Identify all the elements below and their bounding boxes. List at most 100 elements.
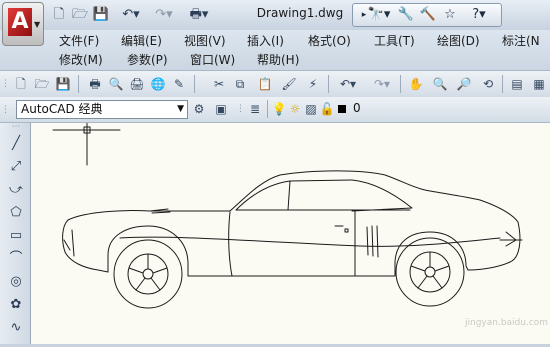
rear-bumper xyxy=(499,231,523,247)
workspace-select[interactable]: AutoCAD 经典 ▼ xyxy=(16,100,188,119)
watermark: jingyan.baidu.com xyxy=(465,318,549,328)
binoculars-icon[interactable]: 🔭▾ xyxy=(367,7,391,23)
menu-help[interactable]: 帮助(H) xyxy=(257,51,299,69)
menu-tools[interactable]: 工具(T) xyxy=(374,32,415,50)
front-nose xyxy=(62,219,109,273)
construction-line-icon[interactable]: ⤢ xyxy=(6,158,26,176)
current-layer-name[interactable]: 0 xyxy=(353,101,361,115)
separator xyxy=(400,75,401,93)
open-icon[interactable]: 🗁 xyxy=(33,75,51,93)
title-bar: 🗋 🗁 💾 ↶▾ ↷▾ 🖶▾ Drawing1.dwg ▸ 🔭▾ 🔧 🔨 ☆ ?… xyxy=(0,0,550,31)
door-front-edge xyxy=(228,211,233,277)
zoom-realtime-icon[interactable]: 🔍 xyxy=(431,75,449,93)
3d-dwf-icon[interactable]: 🌐 xyxy=(149,75,167,93)
publish-icon[interactable]: 🖨 xyxy=(128,75,146,93)
toolbar-grip[interactable]: ⋯ xyxy=(6,123,26,132)
body-top-line xyxy=(67,170,519,223)
menu-bar: 文件(F) 编辑(E) 视图(V) 插入(I) 格式(O) 工具(T) 绘图(D… xyxy=(0,30,550,70)
favorites-star-icon[interactable]: ☆ xyxy=(441,7,459,23)
block-editor-icon[interactable]: ⚡ xyxy=(304,75,322,93)
save-icon[interactable]: 💾 xyxy=(92,6,110,24)
front-hub xyxy=(142,268,154,280)
door-lock xyxy=(344,228,349,233)
revision-cloud-icon[interactable]: ✿ xyxy=(6,296,26,314)
cut-icon[interactable]: ✂ xyxy=(210,75,228,93)
communication-center-icon[interactable]: 🔧 xyxy=(397,7,415,23)
qnew-icon[interactable]: 🗋 xyxy=(12,75,30,93)
print-icon[interactable]: 🖶▾ xyxy=(184,6,214,24)
drawing-canvas[interactable] xyxy=(31,122,550,344)
menu-file[interactable]: 文件(F) xyxy=(59,32,99,50)
open-folder-icon[interactable]: 🗁 xyxy=(71,6,89,24)
separator xyxy=(194,75,195,93)
menu-view[interactable]: 视图(V) xyxy=(184,32,226,50)
etransmit-icon[interactable]: ✎ xyxy=(170,75,188,93)
rear-tire xyxy=(395,237,465,307)
standard-toolbar: ⋮ 🗋 🗁 💾 🖶 🔍 🖨 🌐 ✎ ✂ ⧉ 📋 🖌 ⚡ ↶▾ ↷▾ ✋ 🔍 🔎 … xyxy=(0,70,550,98)
front-tire xyxy=(113,239,183,309)
rectangle-icon[interactable]: ▭ xyxy=(6,227,26,245)
lower-body-line xyxy=(107,221,521,277)
windshield-line xyxy=(235,179,353,211)
chevron-down-icon: ▼ xyxy=(177,104,184,114)
autocad-logo: A xyxy=(8,8,32,36)
plot-icon[interactable]: 🖶 xyxy=(86,75,104,93)
arc-icon[interactable]: ⌒ xyxy=(6,250,26,268)
match-properties-icon[interactable]: 🖌 xyxy=(280,75,298,93)
my-workspace-icon[interactable]: ▣ xyxy=(212,100,230,118)
menu-format[interactable]: 格式(O) xyxy=(308,32,351,50)
side-vents xyxy=(366,225,379,258)
layer-color-swatch xyxy=(338,105,346,113)
layer-unlock-icon[interactable]: 🔓 xyxy=(318,100,336,118)
copy-icon[interactable]: ⧉ xyxy=(231,75,249,93)
circle-icon[interactable]: ◎ xyxy=(6,273,26,291)
rear-hub xyxy=(424,266,436,278)
redo-icon[interactable]: ↷▾ xyxy=(150,6,178,24)
menu-draw[interactable]: 绘图(D) xyxy=(437,32,480,50)
redo-icon[interactable]: ↷▾ xyxy=(368,75,396,93)
toolbar-grip[interactable]: ⋮ xyxy=(1,75,10,93)
undo-icon[interactable]: ↶▾ xyxy=(334,75,362,93)
rear-window xyxy=(351,179,413,212)
crosshair-cursor xyxy=(52,122,121,166)
menu-window[interactable]: 窗口(W) xyxy=(190,51,235,69)
menu-parametric[interactable]: 参数(P) xyxy=(127,51,168,69)
application-menu-button[interactable]: A ▼ xyxy=(2,2,44,46)
pan-realtime-icon[interactable]: ✋ xyxy=(407,75,425,93)
design-center-icon[interactable]: ▦ xyxy=(530,75,548,93)
undo-icon[interactable]: ↶▾ xyxy=(117,6,145,24)
workspace-select-value: AutoCAD 经典 xyxy=(21,102,103,116)
properties-icon[interactable]: ▤ xyxy=(508,75,526,93)
paste-icon[interactable]: 📋 xyxy=(256,75,274,93)
plot-preview-icon[interactable]: 🔍 xyxy=(107,75,125,93)
menu-modify[interactable]: 修改(M) xyxy=(59,51,103,69)
side-crease xyxy=(119,236,501,247)
line-icon[interactable]: ╱ xyxy=(6,135,26,153)
info-center: ▸ 🔭▾ 🔧 🔨 ☆ ?▾ xyxy=(352,3,502,27)
separator xyxy=(78,75,79,93)
save-icon[interactable]: 💾 xyxy=(54,75,72,93)
zoom-previous-icon[interactable]: ⟲ xyxy=(479,75,497,93)
a-pillar xyxy=(287,180,291,211)
help-icon[interactable]: ?▾ xyxy=(465,7,493,23)
workspace-toolbar: ⋮ AutoCAD 经典 ▼ ⚙ ▣ ⋮ ≣ 💡 ☼ ▨ 🔓 0 xyxy=(0,97,550,123)
communication-tools-icon[interactable]: 🔨 xyxy=(419,7,437,23)
spline-icon[interactable]: ∿ xyxy=(6,319,26,337)
separator xyxy=(502,75,503,93)
separator xyxy=(328,75,329,93)
document-title: Drawing1.dwg xyxy=(256,6,344,20)
toolbar-grip[interactable]: ⋮ xyxy=(236,100,245,118)
layer-properties-icon[interactable]: ≣ xyxy=(246,100,264,118)
new-file-icon[interactable]: 🗋 xyxy=(50,6,68,24)
separator xyxy=(267,100,268,118)
chevron-down-icon: ▼ xyxy=(34,20,41,29)
menu-insert[interactable]: 插入(I) xyxy=(247,32,284,50)
polyline-icon[interactable]: ⤻ xyxy=(6,181,26,199)
toolbar-grip[interactable]: ⋮ xyxy=(1,101,10,119)
zoom-window-icon[interactable]: 🔎 xyxy=(455,75,473,93)
menu-edit[interactable]: 编辑(E) xyxy=(121,32,162,50)
polygon-icon[interactable]: ⬠ xyxy=(6,204,26,222)
menu-dimension[interactable]: 标注(N xyxy=(502,32,540,50)
draw-toolbar: ⋯ ╱ ⤢ ⤻ ⬠ ▭ ⌒ ◎ ✿ ∿ xyxy=(0,123,31,344)
workspace-settings-icon[interactable]: ⚙ xyxy=(190,100,208,118)
